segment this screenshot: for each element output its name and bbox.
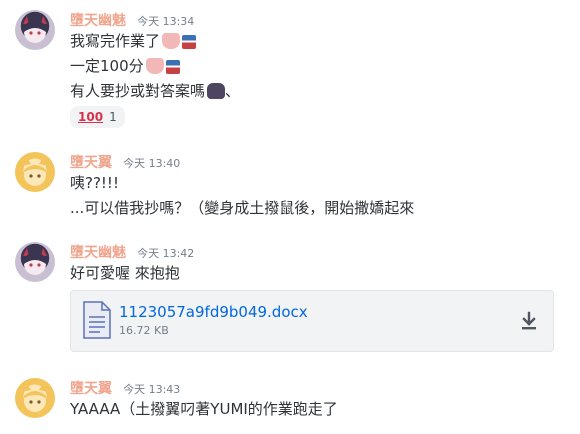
attachment-file-name[interactable]: 1123057a9fd9b049.docx [119,303,308,321]
document-file-icon [83,301,111,339]
message-text: 有人要抄或對答案嗎 、 [70,81,240,101]
username[interactable]: 墮天翼 [70,155,112,171]
hundred-points-icon: 100 [78,110,104,124]
message-text-content: 我寫完作業了 [70,32,161,50]
message-header: 墮天幽魅 今天 13:42 [70,242,194,262]
message-header: 墮天翼 今天 13:43 [70,378,180,398]
avatar[interactable] [15,152,55,192]
message-text-content: 一定100分 [70,57,144,75]
message-text-content: 有人要抄或對答案嗎 [70,82,206,100]
message-text: 咦??!!! [70,174,119,192]
avatar[interactable] [15,10,55,50]
cat-emoji-icon [207,83,226,99]
avatar[interactable] [15,378,55,418]
avatar[interactable] [15,242,55,282]
timestamp: 今天 13:40 [123,157,181,170]
reaction-count: 1 [109,110,117,124]
message-text: ...可以借我抄嗎？（變身成土撥鼠後，開始撒嬌起來 [70,199,415,217]
heart-emoji-icon [145,58,164,74]
avatar-fox-icon [21,155,49,186]
file-attachment: 1123057a9fd9b049.docx 16.72 KB [70,290,554,352]
timestamp: 今天 13:34 [137,15,195,28]
username[interactable]: 墮天翼 [70,381,112,397]
timestamp: 今天 13:43 [123,383,181,396]
message-text: 一定100分 [70,56,180,76]
message-text: 好可愛喔 來抱抱 [70,264,180,282]
message-header: 墮天幽魅 今天 13:34 [70,10,194,30]
message-text: 我寫完作業了 [70,31,197,51]
avatar-demon-icon [23,248,47,275]
username[interactable]: 墮天幽魅 [70,245,126,261]
username[interactable]: 墮天幽魅 [70,13,126,29]
message-text: YAAAA（土撥翼叼著YUMI的作業跑走了 [70,400,338,418]
attachment-file-size: 16.72 KB [119,324,169,337]
avatar-fox-icon [21,381,49,412]
timestamp: 今天 13:42 [137,247,195,260]
heart-emoji-icon [162,33,181,49]
message-header: 墮天翼 今天 13:40 [70,152,180,172]
flag-emoji-icon [165,60,180,74]
avatar-demon-icon [23,16,47,43]
reaction-badge[interactable]: 100 1 [70,106,125,128]
message-text-suffix: 、 [225,82,241,100]
flag-emoji-icon [182,35,197,49]
download-icon[interactable] [517,309,541,333]
